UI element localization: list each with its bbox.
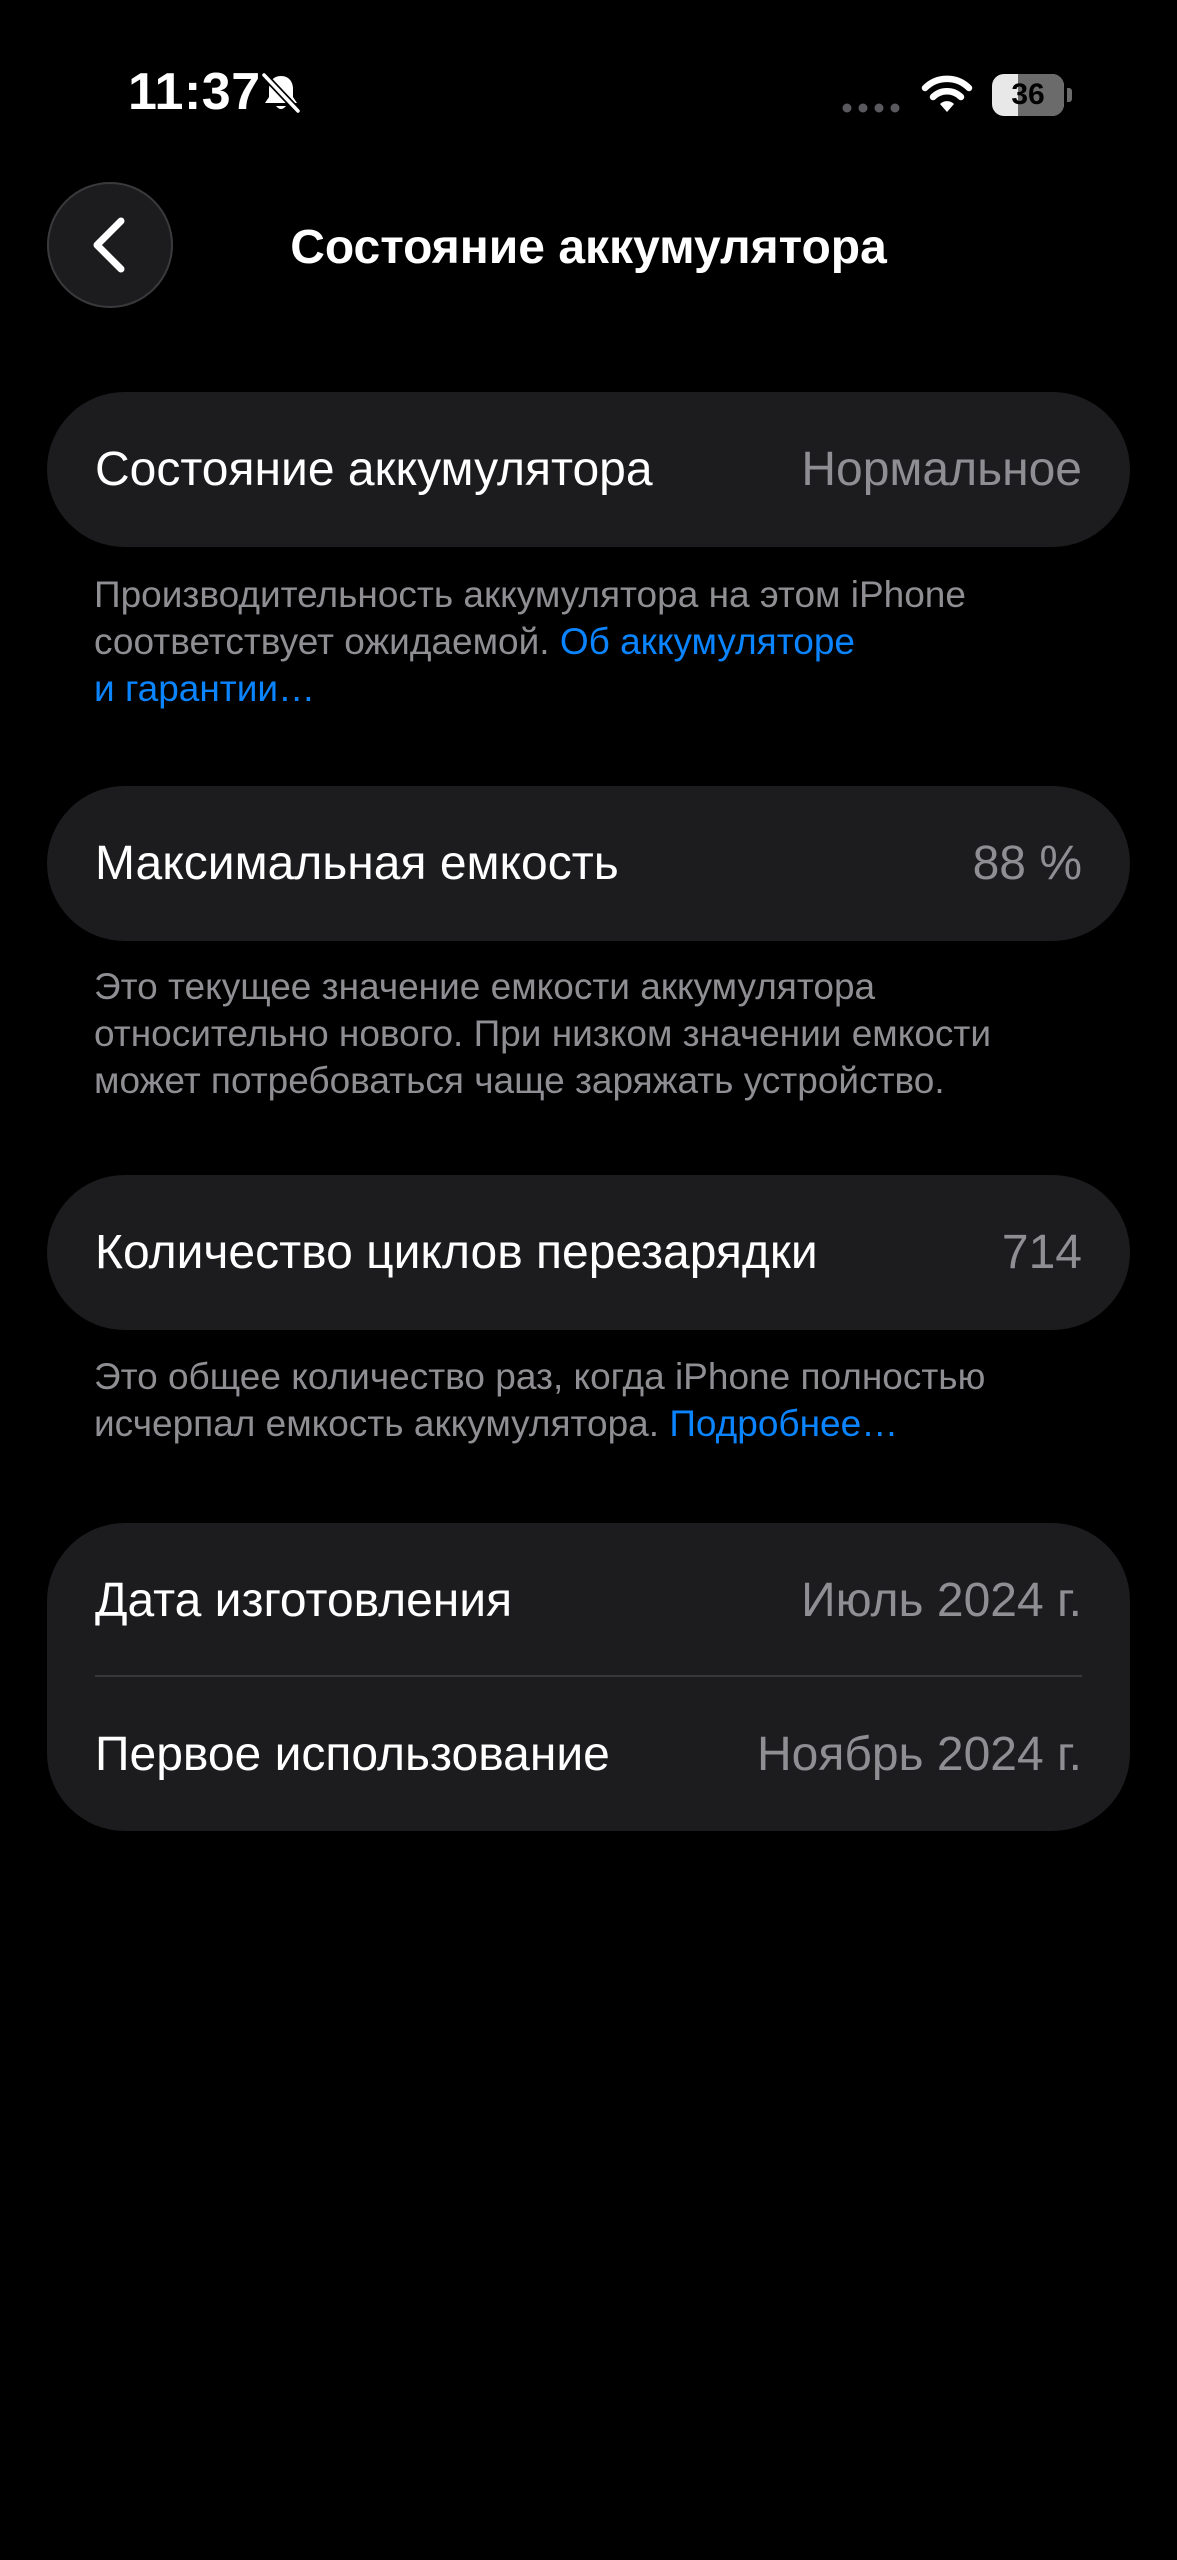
manufacture-label: Дата изготовления xyxy=(95,1574,513,1627)
page-title: Состояние аккумулятора xyxy=(290,221,887,274)
first-use-value: Ноябрь 2024 г. xyxy=(757,1728,1082,1781)
cycles-label: Количество циклов перезарядки xyxy=(95,1226,818,1279)
capacity-row: Максимальная емкость 88 % xyxy=(95,786,1082,941)
capacity-footnote-text: Это текущее значение емкости аккумулятор… xyxy=(94,966,992,1101)
capacity-card: Максимальная емкость 88 % xyxy=(47,786,1130,941)
capacity-label: Максимальная емкость xyxy=(95,837,619,890)
bell-slash-icon xyxy=(260,71,302,115)
cycles-footnote: Это общее количество раз, когда iPhone п… xyxy=(94,1353,1094,1447)
battery-warranty-link-cont[interactable]: и гарантии… xyxy=(94,668,315,709)
cycles-value: 714 xyxy=(1001,1226,1082,1279)
status-time: 11:37 xyxy=(128,63,261,121)
health-label: Состояние аккумулятора xyxy=(95,443,653,496)
cellular-signal-icon xyxy=(842,103,900,113)
battery-icon: 36 xyxy=(992,74,1072,116)
wifi-icon xyxy=(921,75,973,112)
dates-card: Дата изготовления Июль 2024 г. Первое ис… xyxy=(47,1523,1130,1831)
cycles-card: Количество циклов перезарядки 714 xyxy=(47,1175,1130,1330)
manufacture-row: Дата изготовления Июль 2024 г. xyxy=(95,1523,1082,1678)
first-use-label: Первое использование xyxy=(95,1728,610,1781)
learn-more-link[interactable]: Подробнее… xyxy=(669,1403,898,1444)
health-footnote: Производительность аккумулятора на этом … xyxy=(94,571,1094,712)
health-value: Нормальное xyxy=(801,443,1082,496)
first-use-row: Первое использование Ноябрь 2024 г. xyxy=(95,1677,1082,1832)
cycles-row: Количество циклов перезарядки 714 xyxy=(95,1175,1082,1330)
manufacture-value: Июль 2024 г. xyxy=(801,1574,1082,1627)
back-button[interactable] xyxy=(47,182,173,308)
capacity-value: 88 % xyxy=(972,837,1082,890)
capacity-footnote: Это текущее значение емкости аккумулятор… xyxy=(94,963,1094,1104)
health-card: Состояние аккумулятора Нормальное xyxy=(47,392,1130,547)
battery-warranty-link[interactable]: Об аккумуляторе xyxy=(560,621,855,662)
battery-level: 36 xyxy=(1011,78,1045,111)
chevron-left-icon xyxy=(93,217,125,273)
status-bar: 11:37 36 xyxy=(0,0,1177,190)
health-row: Состояние аккумулятора Нормальное xyxy=(95,392,1082,547)
